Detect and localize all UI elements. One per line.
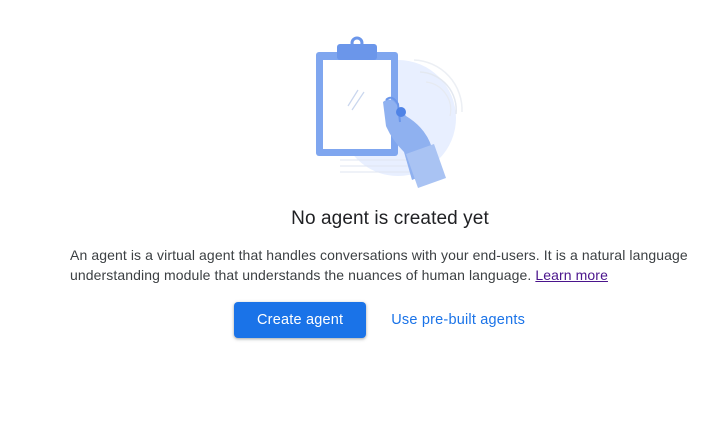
empty-state-title: No agent is created yet (291, 208, 489, 229)
create-agent-button[interactable]: Create agent (234, 302, 367, 338)
empty-state-actions: Create agent Use pre-built agents (234, 302, 534, 338)
clipboard-hand-illustration (300, 30, 470, 190)
learn-more-link[interactable]: Learn more (535, 267, 608, 283)
empty-state-description: An agent is a virtual agent that handles… (70, 245, 716, 285)
empty-state-page: No agent is created yet An agent is a vi… (0, 0, 716, 432)
use-prebuilt-agents-button[interactable]: Use pre-built agents (382, 302, 534, 338)
